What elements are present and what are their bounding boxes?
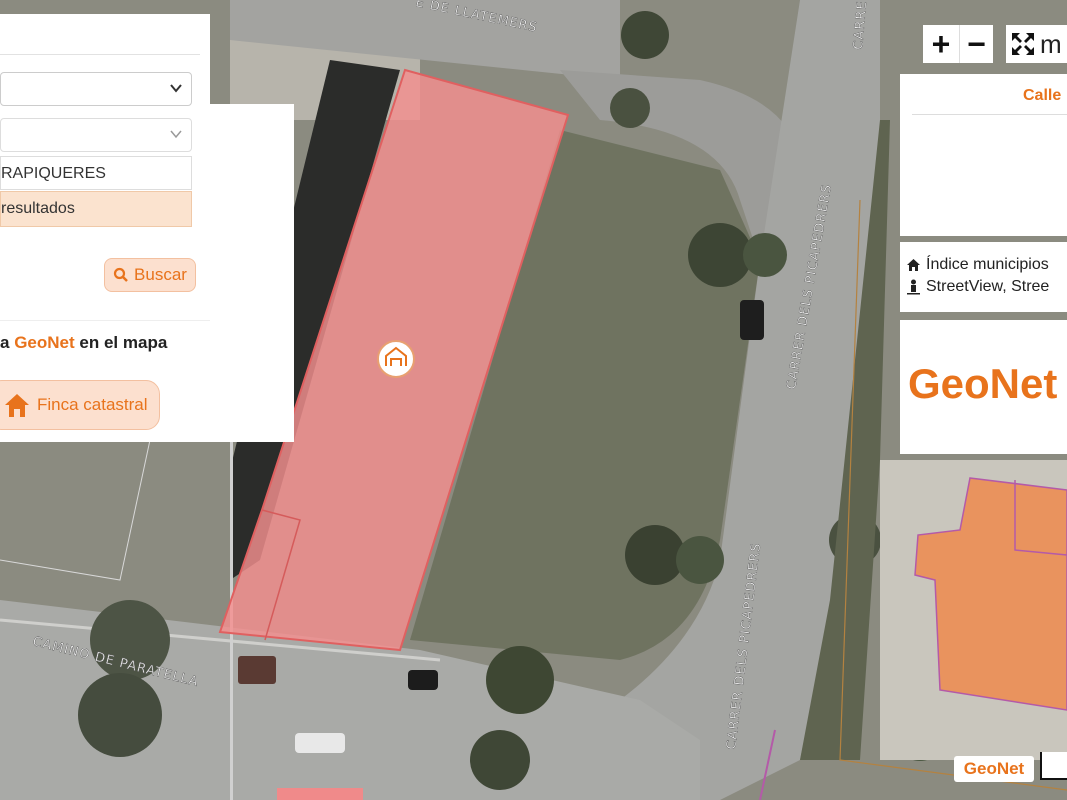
- finca-catastral-button[interactable]: Finca catastral: [0, 380, 160, 430]
- chevron-down-icon: [170, 130, 182, 139]
- car: [238, 656, 276, 684]
- car: [408, 670, 438, 690]
- geonet-panel: a GeoNet en el mapa Finca catastral: [0, 306, 210, 442]
- car: [295, 733, 345, 753]
- tree: [470, 730, 530, 790]
- geonet-sheet: [210, 306, 294, 442]
- logo-panel: GeoNet: [900, 320, 1067, 454]
- tree: [743, 233, 787, 277]
- tree: [676, 536, 724, 584]
- zoom-in-label: +: [931, 25, 951, 62]
- expand-icon: [1012, 33, 1034, 55]
- results-row[interactable]: resultados: [0, 191, 192, 227]
- geonet-map-line: a GeoNet en el mapa: [0, 333, 167, 353]
- info-panel-title: Calle: [1023, 87, 1062, 104]
- street-result-item[interactable]: RAPIQUERES: [0, 156, 192, 190]
- pegman-icon: [907, 279, 920, 295]
- results-sheet: [210, 104, 294, 306]
- fullscreen-label: m: [1040, 28, 1062, 59]
- links-panel: Índice municipios StreetView, Stree: [900, 242, 1067, 312]
- link-municipios-label: Índice municipios: [926, 256, 1049, 273]
- tree: [610, 88, 650, 128]
- info-panel: Calle: [900, 74, 1067, 236]
- panel-divider: [0, 320, 210, 321]
- geonet-brand[interactable]: GeoNet: [14, 333, 74, 352]
- panel-divider: [0, 54, 200, 55]
- geonet-watermark[interactable]: GeoNet: [954, 756, 1034, 782]
- search-button-label: Buscar: [134, 265, 187, 284]
- fullscreen-button[interactable]: m: [1006, 25, 1067, 63]
- geonet-line-suffix: en el mapa: [79, 333, 168, 352]
- watermark-label: GeoNet: [963, 759, 1025, 778]
- chevron-down-icon: [170, 84, 182, 93]
- scale-bar: [1040, 752, 1067, 780]
- home-marker-icon[interactable]: [377, 340, 415, 378]
- home-icon: [5, 394, 29, 417]
- tree: [78, 673, 162, 757]
- geonet-logo[interactable]: GeoNet: [908, 360, 1057, 408]
- province-select[interactable]: [0, 72, 192, 106]
- zoom-out-label: −: [967, 25, 986, 62]
- house-icon: [907, 259, 920, 271]
- tree: [688, 223, 752, 287]
- street-result-label: RAPIQUERES: [1, 165, 106, 182]
- zoom-out-button[interactable]: −: [959, 25, 993, 63]
- parcel-sliver: [277, 788, 363, 800]
- link-municipios[interactable]: Índice municipios: [906, 256, 1049, 274]
- car: [740, 300, 764, 340]
- search-panel: RAPIQUERES resultados Buscar: [0, 14, 210, 306]
- tree: [621, 11, 669, 59]
- tree: [486, 646, 554, 714]
- search-button[interactable]: Buscar: [104, 258, 196, 292]
- panel-divider: [912, 114, 1067, 115]
- finca-catastral-label: Finca catastral: [37, 395, 148, 414]
- results-label: resultados: [1, 200, 75, 217]
- geonet-line-prefix: a: [0, 333, 10, 352]
- municipality-select[interactable]: [0, 118, 192, 152]
- tree: [625, 525, 685, 585]
- zoom-in-button[interactable]: +: [923, 25, 959, 63]
- search-icon: [113, 267, 128, 282]
- link-streetview[interactable]: StreetView, Stree: [906, 278, 1049, 296]
- link-streetview-label: StreetView, Stree: [926, 278, 1050, 295]
